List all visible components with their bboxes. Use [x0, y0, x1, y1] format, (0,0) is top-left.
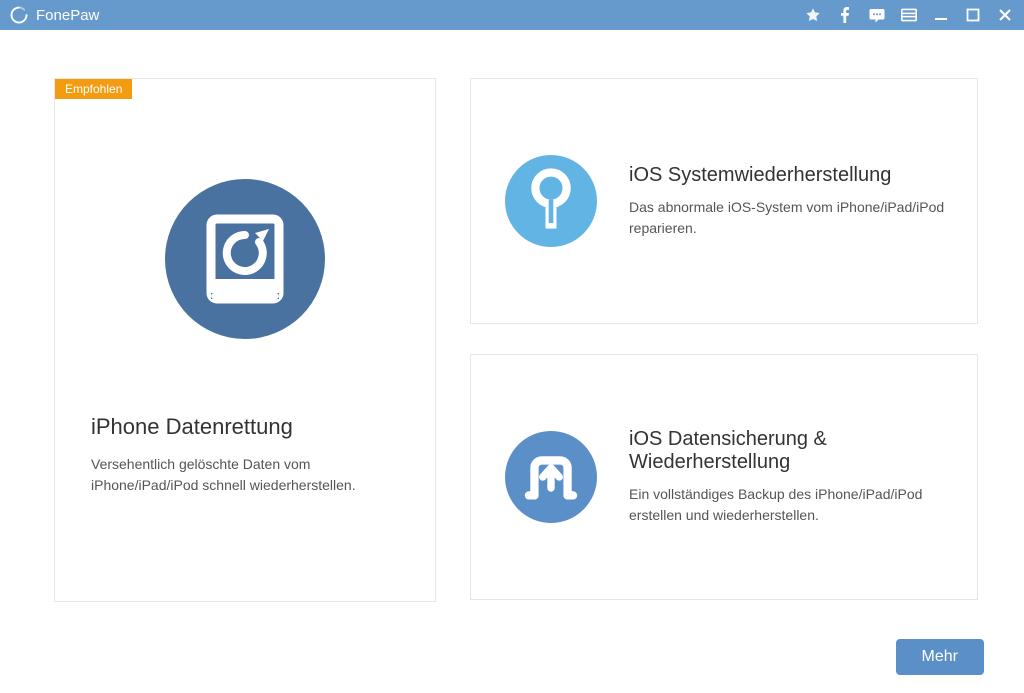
minimize-button[interactable]	[932, 6, 950, 24]
titlebar: FonePaw	[0, 0, 1024, 30]
titlebar-left: FonePaw	[10, 6, 99, 24]
app-title: FonePaw	[36, 7, 99, 24]
titlebar-right	[804, 6, 1014, 24]
maximize-button[interactable]	[964, 6, 982, 24]
system-recovery-icon	[501, 155, 601, 247]
card-body: iPhone Datenrettung Versehentlich gelösc…	[55, 79, 435, 526]
chat-icon[interactable]	[868, 6, 886, 24]
card-description: Ein vollständiges Backup des iPhone/iPad…	[629, 484, 947, 526]
right-column: iOS Systemwiederherstellung Das abnormal…	[470, 78, 978, 673]
card-title: iOS Systemwiederherstellung	[629, 164, 947, 187]
close-button[interactable]	[996, 6, 1014, 24]
card-ios-backup-restore[interactable]: iOS Datensicherung & Wiederherstellung E…	[470, 354, 978, 600]
card-description: Versehentlich gelöschte Daten vom iPhone…	[91, 454, 399, 496]
recommended-badge: Empfohlen	[55, 79, 132, 99]
data-recovery-icon	[165, 179, 325, 344]
premium-icon[interactable]	[804, 6, 822, 24]
card-title: iOS Datensicherung & Wiederherstellung	[629, 428, 947, 474]
backup-restore-icon	[501, 431, 601, 523]
card-text: iOS Datensicherung & Wiederherstellung E…	[629, 428, 947, 526]
menu-icon[interactable]	[900, 6, 918, 24]
app-logo-icon	[10, 6, 28, 24]
card-ios-system-recovery[interactable]: iOS Systemwiederherstellung Das abnormal…	[470, 78, 978, 324]
card-title: iPhone Datenrettung	[91, 414, 293, 440]
facebook-icon[interactable]	[836, 6, 854, 24]
card-iphone-data-recovery[interactable]: Empfohlen iPhone Datenrettung Versehentl…	[54, 78, 436, 602]
main-content: Empfohlen iPhone Datenrettung Versehentl…	[0, 30, 1024, 693]
more-button[interactable]: Mehr	[896, 639, 984, 675]
card-text: iOS Systemwiederherstellung Das abnormal…	[629, 164, 947, 239]
card-description: Das abnormale iOS-System vom iPhone/iPad…	[629, 197, 947, 239]
